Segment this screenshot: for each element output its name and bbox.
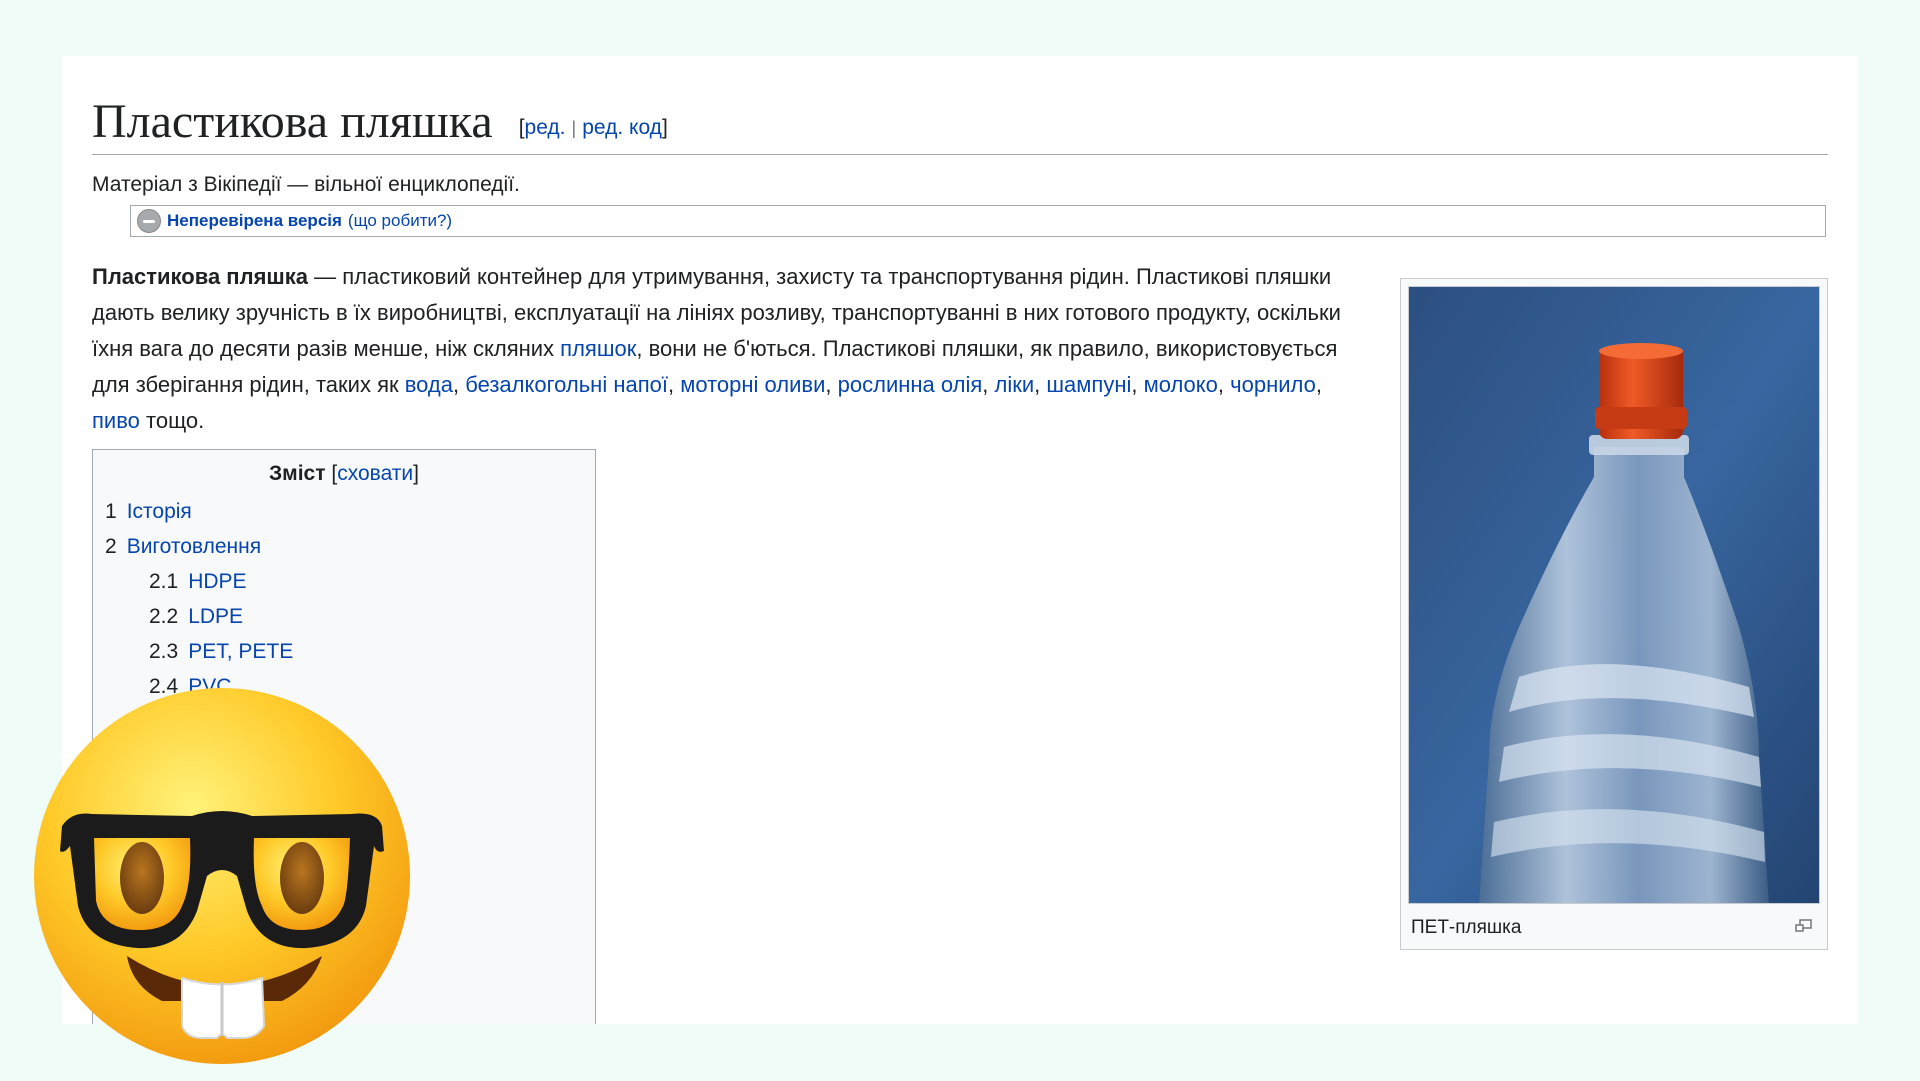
what-to-do-link[interactable]: (що робити?) xyxy=(348,211,452,231)
comma: , xyxy=(982,372,995,397)
comma: , xyxy=(1131,372,1144,397)
comma: , xyxy=(452,372,466,397)
toc-title: Зміст [сховати] xyxy=(105,462,583,486)
toc-item[interactable]: 2.2 LDPE xyxy=(105,599,583,634)
toc-item[interactable]: 2 Виготовлення xyxy=(105,529,583,564)
toc-item-link[interactable]: Виготовлення xyxy=(127,535,261,558)
toc-item-number: 2.3 xyxy=(149,640,179,663)
link-vegetable-oil[interactable]: рослинна олія xyxy=(838,372,983,397)
edit-link[interactable]: ред. xyxy=(525,116,566,139)
link-ink[interactable]: чорнило xyxy=(1230,372,1316,397)
link-medicine[interactable]: ліки xyxy=(995,372,1035,397)
link-milk[interactable]: молоко xyxy=(1144,372,1218,397)
page-title-text: Пластикова пляшка xyxy=(92,95,493,148)
edit-section: [ред. | ред. код] xyxy=(519,116,668,139)
link-beer[interactable]: пиво xyxy=(92,408,140,433)
comma: , xyxy=(1315,372,1322,397)
link-water[interactable]: вода xyxy=(405,372,453,397)
link-bottles[interactable]: пляшок xyxy=(560,336,636,361)
magnify-icon[interactable] xyxy=(1795,919,1813,933)
bottle-image[interactable] xyxy=(1408,286,1820,904)
bracket-close: ] xyxy=(661,115,668,139)
link-motor-oils[interactable]: моторні оливи xyxy=(680,372,825,397)
toc-title-text: Зміст xyxy=(269,462,326,485)
site-tagline: Матеріал з Вікіпедії — вільної енциклопе… xyxy=(92,173,520,196)
toc-item-link[interactable]: LDPE xyxy=(188,605,243,628)
unreviewed-flag-icon xyxy=(137,209,161,233)
comma: , xyxy=(1217,372,1231,397)
lead-text: тощо. xyxy=(139,408,205,433)
toc-item[interactable]: 2.1 HDPE xyxy=(105,564,583,599)
toc-item-number: 1 xyxy=(105,500,117,523)
toc-item-number: 2.1 xyxy=(149,570,179,593)
flagged-revision-bar: Неперевірена версія (що робити?) xyxy=(130,205,1826,237)
unreviewed-version-link[interactable]: Неперевірена версія xyxy=(167,211,342,231)
comma: , xyxy=(667,372,681,397)
toc-item-number: 2 xyxy=(105,535,117,558)
toc-item-number: 2.2 xyxy=(149,605,179,628)
toc-hide-link[interactable]: сховати xyxy=(337,462,413,485)
edit-separator: | xyxy=(571,117,577,138)
bold-term: Пластикова пляшка xyxy=(92,264,308,289)
pet-bottle-picture xyxy=(1409,287,1819,903)
comma: , xyxy=(1034,372,1047,397)
thumbnail-caption: ПЕТ-пляшка xyxy=(1411,917,1522,938)
page-title: Пластикова пляшка [ред. | ред. код] xyxy=(92,92,1828,155)
toc-item[interactable]: 1 Історія xyxy=(105,494,583,529)
toc-item-link[interactable]: PET, PETE xyxy=(188,640,293,663)
toc-item-link[interactable]: Історія xyxy=(127,500,192,523)
edit-source-link[interactable]: ред. код xyxy=(582,116,662,139)
infobox-thumbnail: ПЕТ-пляшка xyxy=(1400,278,1828,950)
toc-item-link[interactable]: HDPE xyxy=(188,570,246,593)
lead-paragraph: Пластикова пляшка — пластиковий контейне… xyxy=(92,259,1364,439)
comma: , xyxy=(825,372,838,397)
bracket-close: ] xyxy=(413,462,419,485)
link-soft-drinks[interactable]: безалкогольні напої xyxy=(465,372,668,397)
toc-item[interactable]: 2.3 PET, PETE xyxy=(105,634,583,669)
link-shampoo[interactable]: шампуні xyxy=(1046,372,1131,397)
nerd-face-emoji xyxy=(34,688,410,1064)
